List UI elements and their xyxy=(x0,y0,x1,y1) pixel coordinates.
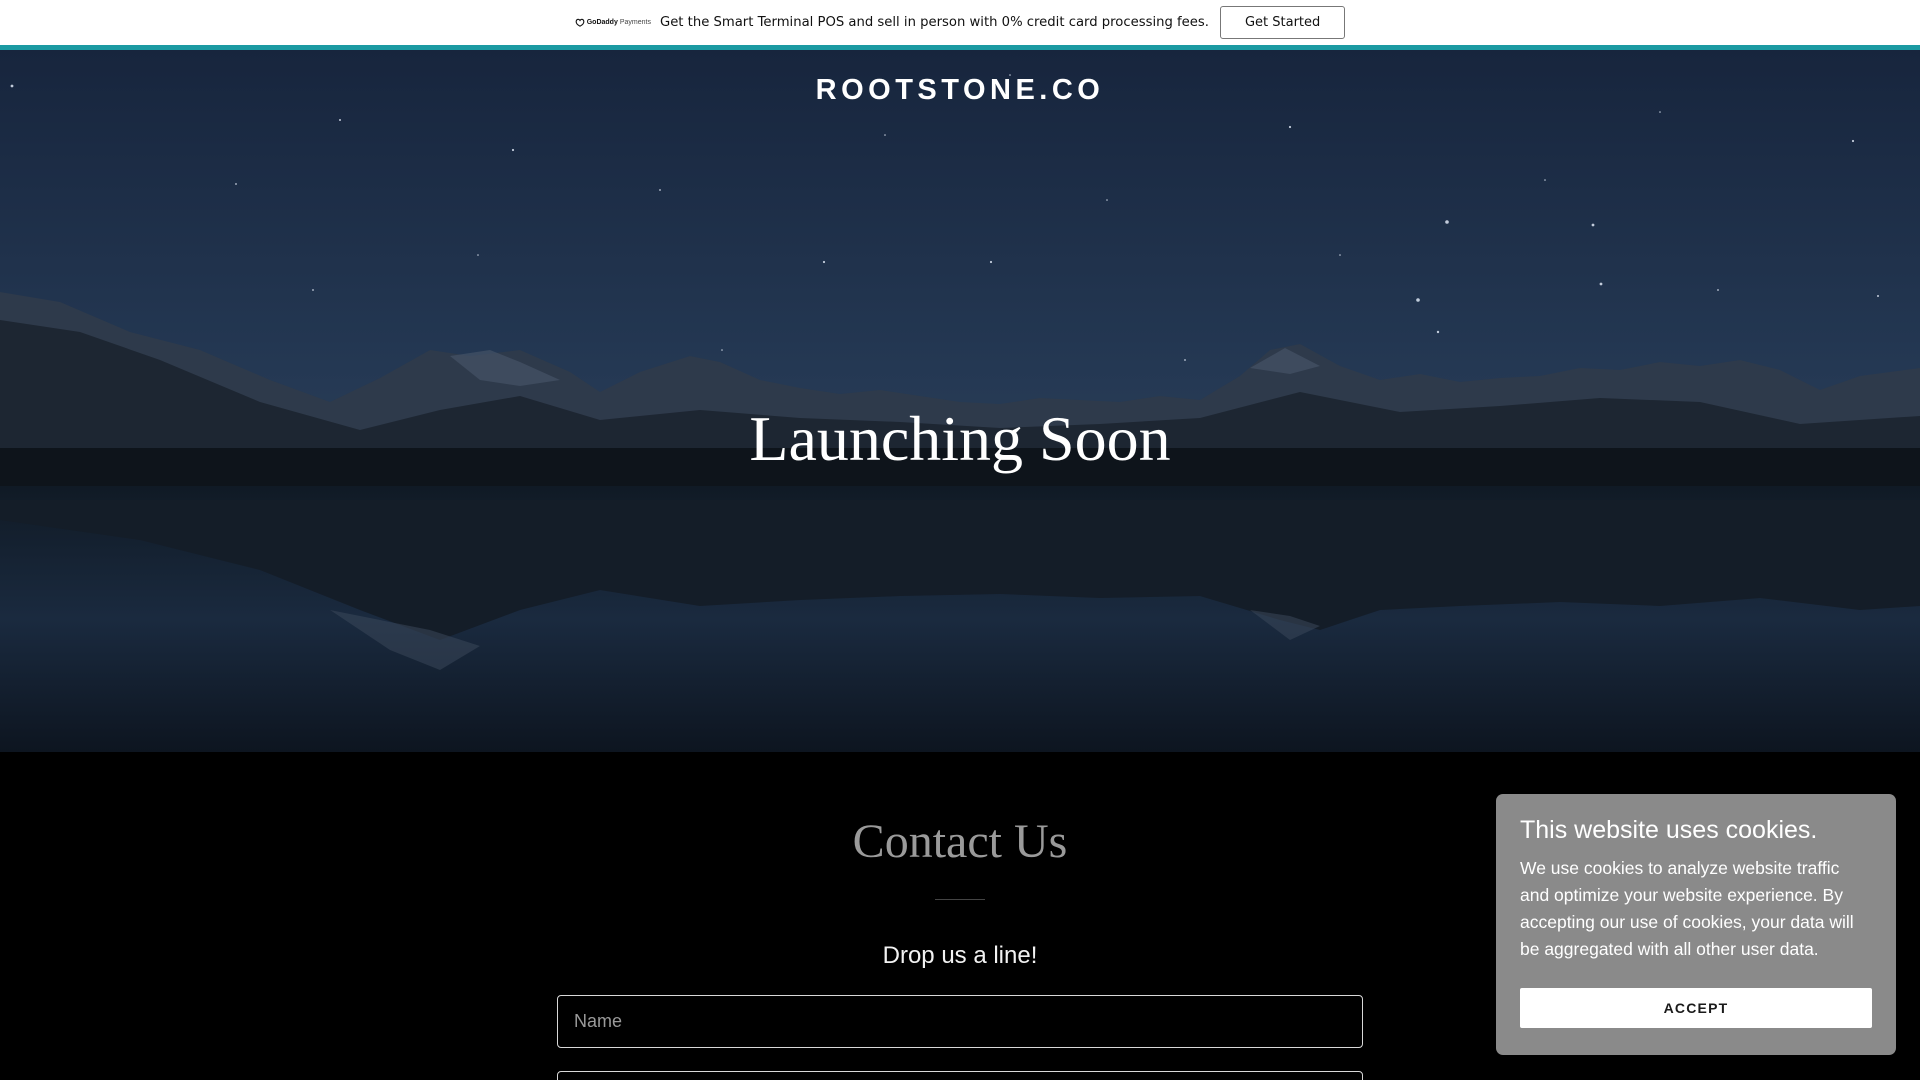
godaddy-logo-icon xyxy=(575,18,585,27)
hero-heading: Launching Soon xyxy=(749,403,1171,474)
email-input[interactable] xyxy=(557,1071,1363,1080)
cookie-banner: This website uses cookies. We use cookie… xyxy=(1496,794,1896,1055)
cookie-title: This website uses cookies. xyxy=(1520,816,1818,844)
site-title[interactable]: ROOTSTONE.CO xyxy=(0,74,1920,107)
promo-bar: GoDaddy Payments Get the Smart Terminal … xyxy=(0,0,1920,45)
accept-cookies-button[interactable]: ACCEPT xyxy=(1520,988,1872,1028)
contact-divider xyxy=(935,899,985,900)
cookie-text: We use cookies to analyze website traffi… xyxy=(1520,858,1854,959)
hero-section: ROOTSTONE.CO Launching Soon xyxy=(0,50,1920,752)
promo-logo-product: Payments xyxy=(619,19,651,26)
promo-text: Get the Smart Terminal POS and sell in p… xyxy=(659,15,1209,30)
name-input[interactable] xyxy=(557,995,1363,1048)
promo-logo: GoDaddy Payments xyxy=(575,16,651,30)
hero-background-image xyxy=(0,50,1920,752)
promo-logo-brand: GoDaddy xyxy=(586,19,618,26)
get-started-button[interactable]: Get Started xyxy=(1219,6,1346,39)
